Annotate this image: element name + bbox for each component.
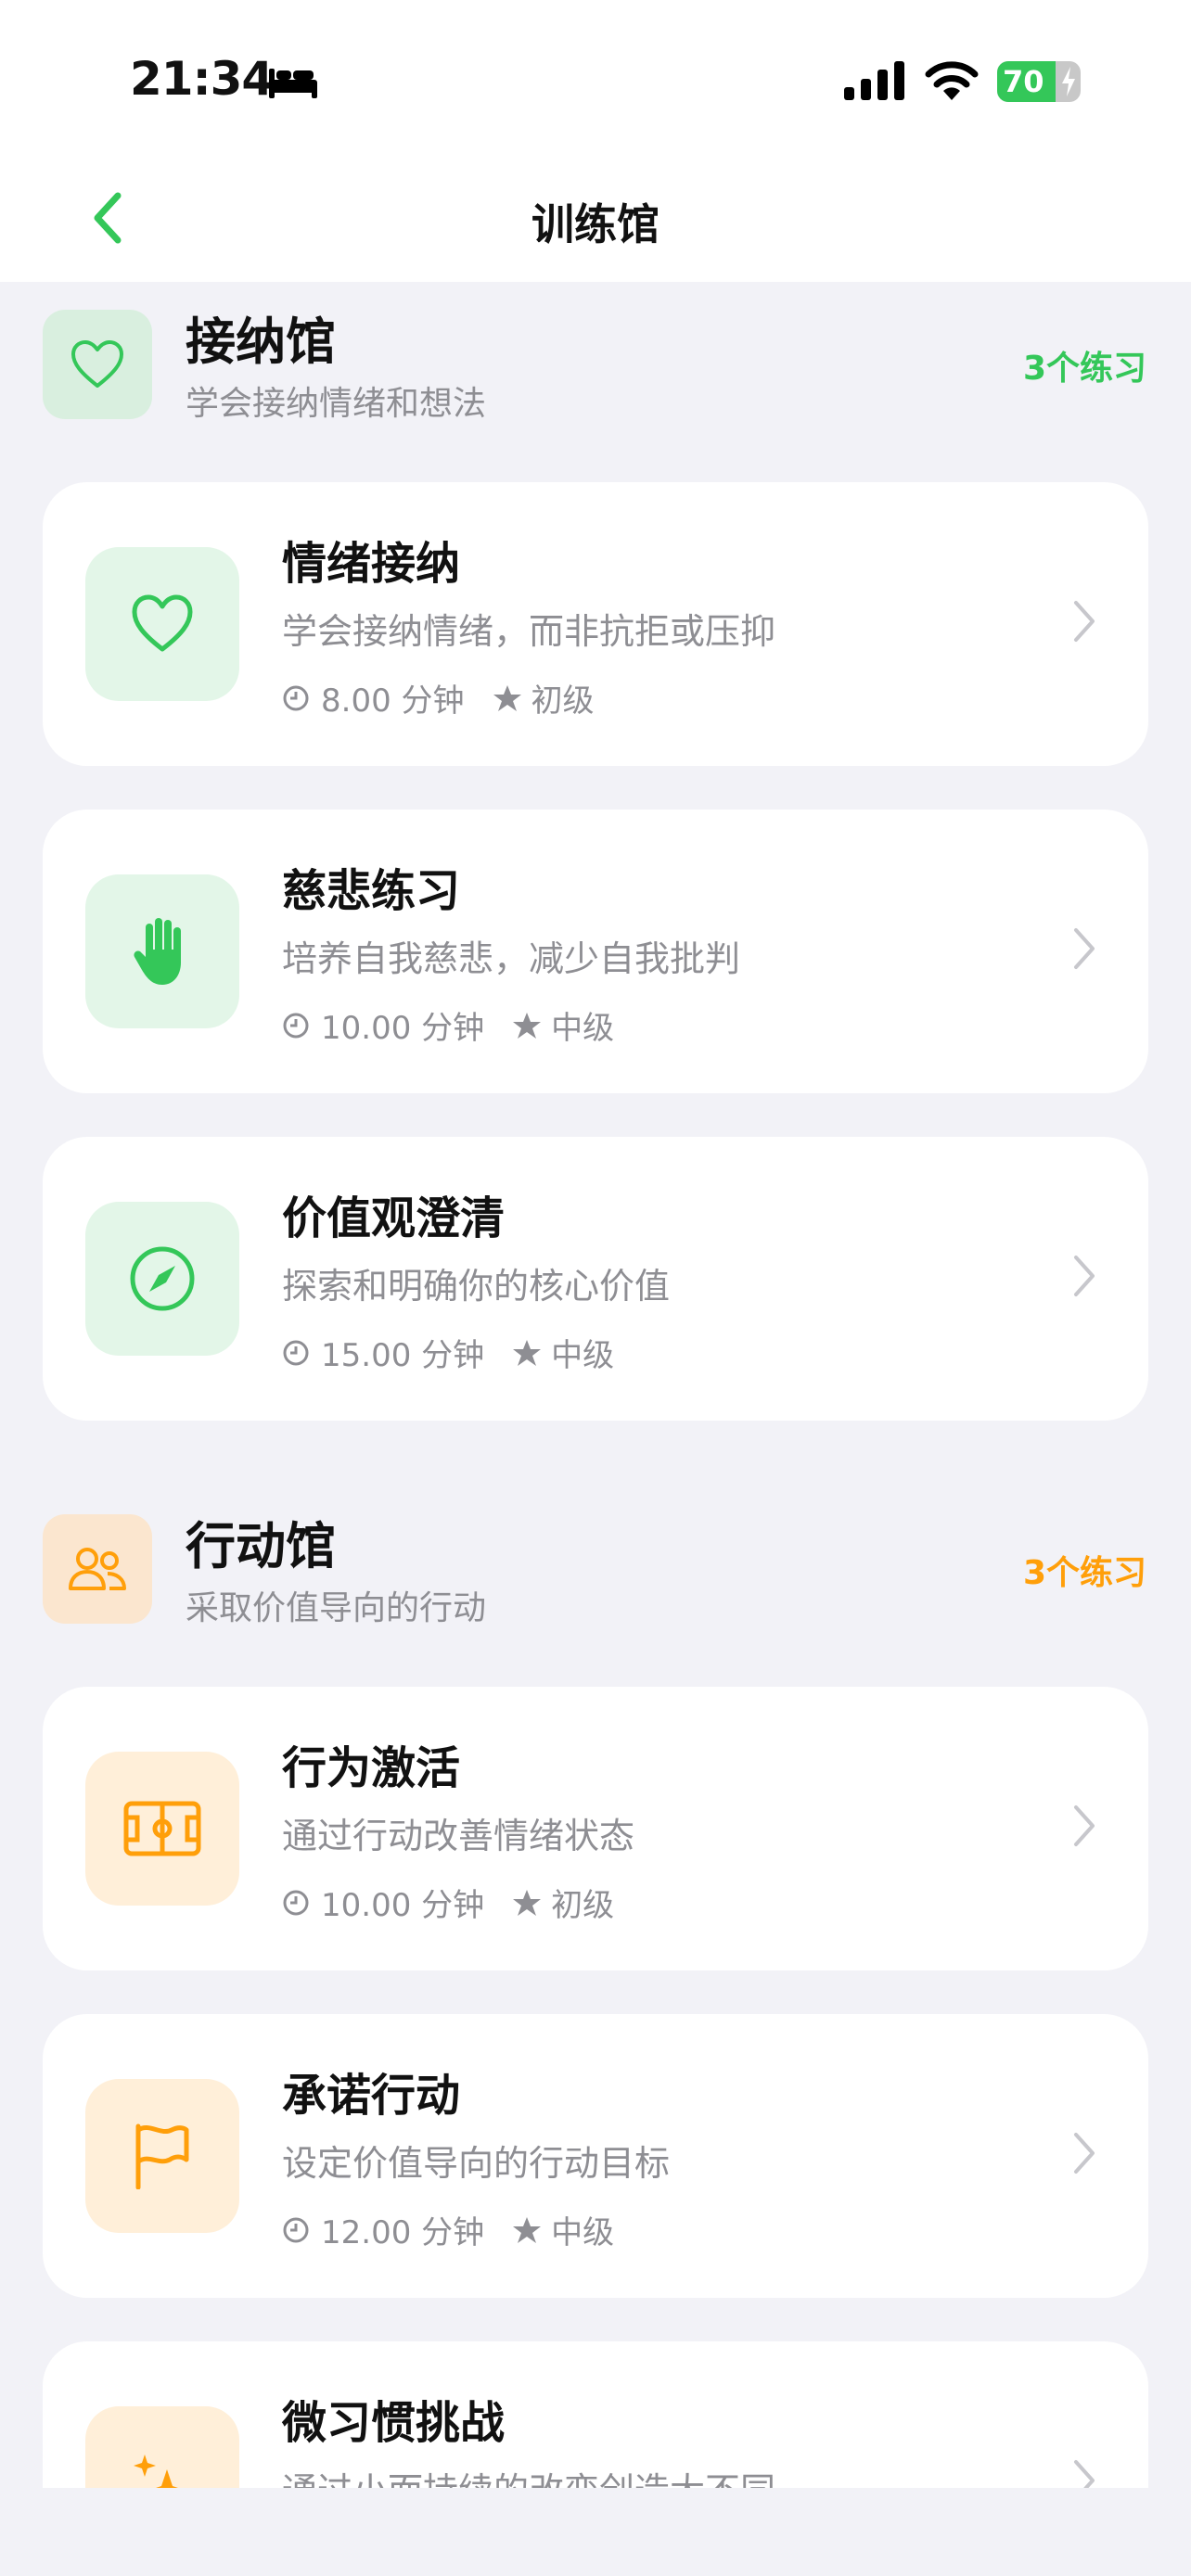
card-meta: 10.00 分钟 初级 (282, 1880, 614, 1925)
section-acceptance: 接纳馆 学会接纳情绪和想法 3个练习 情绪接纳 学会接纳情绪，而非抗拒或压抑 8… (0, 310, 1191, 1441)
duration-text: 10.00 分钟 (321, 1010, 485, 1047)
section-header: 行动馆 采取价值导向的行动 3个练习 (0, 1514, 1191, 1635)
card-meta: 8.00 分钟 初级 (282, 675, 595, 721)
card-title: 价值观澄清 (282, 1192, 506, 1244)
card-meta: 15.00 分钟 中级 (282, 1330, 614, 1375)
section-subtitle: 学会接纳情绪和想法 (186, 385, 487, 423)
battery-indicator: 70 (997, 61, 1081, 102)
level-text: 中级 (551, 1010, 615, 1047)
clock-icon (283, 685, 309, 710)
section-title: 行动馆 (186, 1517, 336, 1575)
star-icon (513, 1339, 542, 1366)
card-description: 探索和明确你的核心价值 (282, 1266, 671, 1307)
card-icon (85, 874, 239, 1028)
card-meta: 12.00 分钟 中级 (282, 2207, 614, 2252)
chevron-right-icon (1074, 2460, 1095, 2488)
status-bar: 21:34 70 (0, 0, 1191, 158)
battery-percent: 70 (1003, 64, 1044, 99)
duration-text: 10.00 分钟 (321, 1887, 485, 1924)
card-title: 情绪接纳 (282, 538, 461, 590)
heart-icon (71, 340, 123, 388)
clock-icon (283, 1340, 309, 1365)
sparkles-icon (134, 2455, 178, 2488)
section-icon (43, 1514, 152, 1624)
card-icon (85, 2406, 239, 2488)
compass-icon (130, 1246, 195, 1311)
chevron-right-icon (1074, 2133, 1095, 2174)
chevron-right-icon (1074, 1805, 1095, 1846)
section-title: 接纳馆 (186, 312, 336, 371)
card-icon (85, 2079, 239, 2233)
status-time: 21:34 (130, 52, 274, 106)
exercise-card-behavior-activation[interactable]: 行为激活 通过行动改善情绪状态 10.00 分钟 初级 (43, 1687, 1148, 1970)
star-icon (513, 1889, 542, 1916)
clock-icon (283, 1013, 309, 1038)
card-description: 通过小而持续的改变创造大不同 (282, 2462, 775, 2488)
section-count[interactable]: 3个练习 (1023, 341, 1146, 389)
level-text: 中级 (551, 1337, 615, 1374)
exercise-card-values-clarification[interactable]: 价值观澄清 探索和明确你的核心价值 15.00 分钟 中级 (43, 1137, 1148, 1421)
card-title: 慈悲练习 (282, 865, 461, 917)
star-icon (513, 2216, 542, 2243)
duration-text: 12.00 分钟 (321, 2214, 485, 2251)
card-description: 培养自我慈悲，减少自我批判 (282, 938, 741, 979)
card-meta: 10.00 分钟 中级 (282, 1002, 614, 1048)
level-text: 中级 (551, 2214, 615, 2251)
level-text: 初级 (531, 682, 595, 720)
page-title: 训练馆 (531, 199, 660, 249)
star-icon (513, 1012, 542, 1039)
card-title: 承诺行动 (282, 2070, 461, 2122)
section-count[interactable]: 3个练习 (1023, 1546, 1146, 1594)
charging-bolt-icon (1062, 67, 1075, 96)
duration-text: 15.00 分钟 (321, 1337, 485, 1374)
hand-icon (134, 918, 181, 985)
clock-icon (283, 2217, 309, 2242)
exercise-card-committed-action[interactable]: 承诺行动 设定价值导向的行动目标 12.00 分钟 中级 (43, 2014, 1148, 2298)
flag-icon (135, 2123, 189, 2189)
chevron-right-icon (1074, 1256, 1095, 1296)
card-description: 通过行动改善情绪状态 (282, 1816, 635, 1856)
exercise-card-emotion-acceptance[interactable]: 情绪接纳 学会接纳情绪，而非抗拒或压抑 8.00 分钟 初级 (43, 482, 1148, 766)
chevron-right-icon (1074, 928, 1095, 969)
card-description: 学会接纳情绪，而非抗拒或压抑 (282, 611, 776, 652)
star-icon (493, 684, 521, 711)
section-icon (43, 310, 152, 419)
clock-icon (283, 1890, 309, 1915)
section-subtitle: 采取价值导向的行动 (186, 1589, 487, 1627)
people-icon (69, 1548, 126, 1590)
chevron-right-icon (1074, 601, 1095, 642)
section-header: 接纳馆 学会接纳情绪和想法 3个练习 (0, 310, 1191, 430)
navigation-bar: 训练馆 (0, 158, 1191, 282)
card-icon (85, 547, 239, 701)
level-text: 初级 (551, 1887, 615, 1924)
field-icon (123, 1801, 201, 1856)
card-description: 设定价值导向的行动目标 (282, 2143, 671, 2184)
signal-icon (844, 61, 904, 100)
card-title: 微习惯挑战 (282, 2397, 506, 2449)
duration-text: 8.00 分钟 (321, 682, 465, 720)
heart-icon (132, 594, 193, 652)
card-icon (85, 1752, 239, 1906)
bed-icon (269, 69, 317, 98)
exercise-card-micro-habit[interactable]: 微习惯挑战 通过小而持续的改变创造大不同 (43, 2341, 1148, 2488)
card-icon (85, 1202, 239, 1356)
section-action: 行动馆 采取价值导向的行动 3个练习 行为激活 通过行动改善情绪状态 10.00… (0, 1514, 1191, 2488)
card-title: 行为激活 (282, 1742, 461, 1794)
wifi-icon (925, 61, 979, 100)
exercise-card-compassion[interactable]: 慈悲练习 培养自我慈悲，减少自我批判 10.00 分钟 中级 (43, 810, 1148, 1093)
